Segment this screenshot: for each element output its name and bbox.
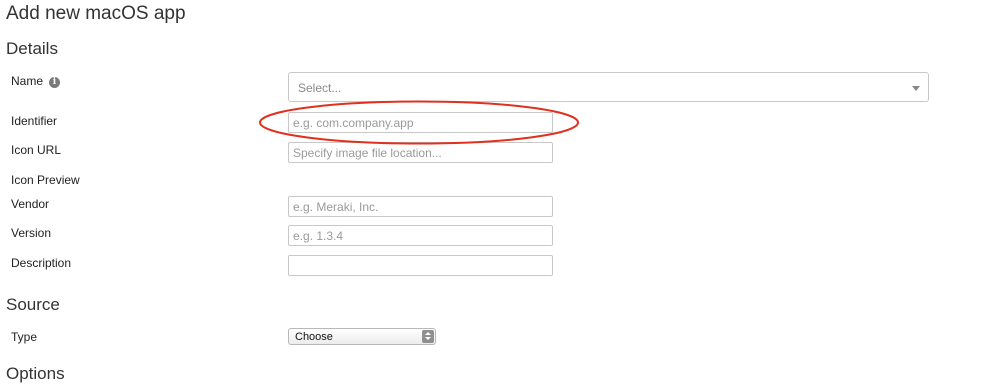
vendor-label: Vendor [11,197,50,211]
icon-url-input[interactable] [288,142,553,163]
description-input[interactable] [288,255,553,276]
section-title-details: Details [6,39,58,58]
info-icon[interactable]: i [49,77,61,88]
type-label: Type [11,330,38,344]
type-select-value: Choose [295,331,333,343]
icon-preview-label: Icon Preview [11,173,80,187]
section-title-options: Options [6,364,65,383]
name-select-placeholder: Select... [298,81,342,95]
name-select[interactable]: Select... [288,72,929,102]
vendor-input[interactable] [288,196,553,217]
icon-url-label: Icon URL [11,143,62,157]
type-select[interactable]: Choose [288,328,436,345]
chevron-down-icon [912,86,920,91]
identifier-label: Identifier [11,114,58,128]
name-label-row: Name i [11,74,61,88]
stepper-arrows-icon [422,330,434,343]
section-title-source: Source [6,295,60,314]
version-label: Version [11,226,52,240]
name-label: Name [11,74,44,88]
page-title: Add new macOS app [6,3,186,24]
identifier-input[interactable] [288,112,553,133]
description-label: Description [11,256,72,270]
version-input[interactable] [288,225,553,246]
